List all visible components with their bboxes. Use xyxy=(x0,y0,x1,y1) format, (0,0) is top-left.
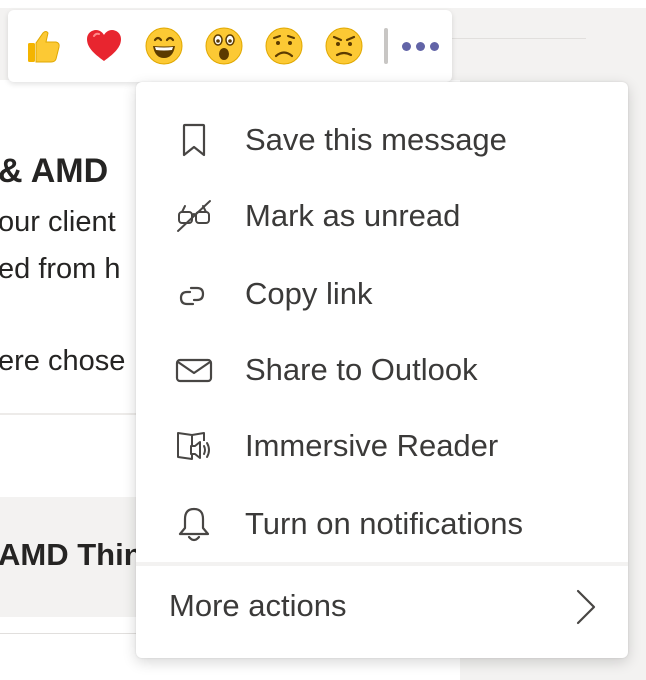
message-text-line: our client xyxy=(0,206,116,238)
surprised-icon xyxy=(205,27,243,65)
bell-icon xyxy=(172,502,216,546)
laugh-reaction-button[interactable] xyxy=(134,16,194,76)
bookmark-icon xyxy=(172,118,216,162)
immersive-reader-icon xyxy=(172,424,216,468)
menu-item-turn-on-notifications[interactable]: Turn on notifications xyxy=(136,486,628,562)
laugh-icon xyxy=(145,27,183,65)
thumbs-up-icon xyxy=(28,31,60,63)
like-reaction-button[interactable] xyxy=(14,16,74,76)
envelope-icon xyxy=(172,348,216,392)
more-options-button[interactable] xyxy=(396,32,445,61)
menu-item-label: Save this message xyxy=(245,122,507,157)
background-divider xyxy=(450,38,586,39)
menu-item-label: Turn on notifications xyxy=(245,506,524,541)
reaction-bar-divider xyxy=(384,28,388,64)
background-top-strip xyxy=(0,0,646,8)
chevron-right-icon xyxy=(576,589,596,625)
menu-item-label: Share to Outlook xyxy=(245,352,478,387)
sad-reaction-button[interactable] xyxy=(254,16,314,76)
menu-item-save-message[interactable]: Save this message xyxy=(136,102,628,178)
sad-icon xyxy=(265,27,303,65)
menu-item-label: Mark as unread xyxy=(245,198,461,233)
message-text-line: ere chose xyxy=(0,345,126,377)
menu-item-mark-unread[interactable]: Mark as unread xyxy=(136,178,628,254)
message-text-line: ed from h xyxy=(0,253,121,285)
heart-icon xyxy=(87,30,121,61)
reaction-bar xyxy=(8,10,452,82)
menu-item-label: Copy link xyxy=(245,276,373,311)
link-icon xyxy=(172,272,216,316)
more-dot-icon xyxy=(416,41,425,51)
more-dot-icon xyxy=(402,41,411,51)
surprised-reaction-button[interactable] xyxy=(194,16,254,76)
angry-reaction-button[interactable] xyxy=(314,16,374,76)
mark-unread-icon xyxy=(172,194,216,238)
menu-item-immersive-reader[interactable]: Immersive Reader xyxy=(136,408,628,484)
message-context-menu: Save this message Mark as unread Copy li… xyxy=(136,82,628,658)
menu-item-label: Immersive Reader xyxy=(245,428,499,463)
menu-divider xyxy=(136,562,628,566)
more-dot-icon xyxy=(430,41,439,51)
menu-item-more-actions[interactable]: More actions xyxy=(136,568,628,644)
message-heading: & AMD xyxy=(0,152,109,190)
attachment-title: AMD Thin xyxy=(0,537,143,572)
heart-reaction-button[interactable] xyxy=(74,16,134,76)
menu-item-copy-link[interactable]: Copy link xyxy=(136,256,628,332)
menu-item-share-outlook[interactable]: Share to Outlook xyxy=(136,332,628,408)
angry-icon xyxy=(325,27,363,65)
menu-item-label: More actions xyxy=(169,588,347,623)
